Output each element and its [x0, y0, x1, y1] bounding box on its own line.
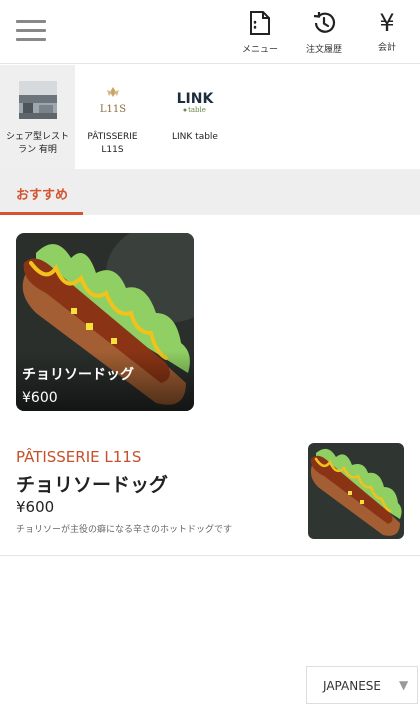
menu-button[interactable]: メニュー	[234, 10, 286, 55]
svg-text:LINK: LINK	[177, 91, 215, 107]
svg-text:table: table	[188, 106, 206, 114]
featured-product-card[interactable]: チョリソードッグ ¥600	[16, 233, 194, 411]
dropdown-caret-icon: ▼	[399, 678, 409, 692]
order-history-button[interactable]: 注文履歴	[298, 10, 350, 55]
language-selected: JAPANESE	[323, 679, 381, 693]
featured-product-name: チョリソードッグ	[22, 367, 134, 383]
tab-recommended[interactable]: おすすめ	[0, 169, 83, 215]
store-name: PÂTISSERIE L11S	[87, 132, 138, 155]
store-name: シェア型レストラン 有明	[5, 132, 69, 155]
store-selector: シェア型レストラン 有明 L11S PÂTISSERIE L11S LINK t…	[0, 65, 420, 169]
checkout-button[interactable]: ¥ 会計	[361, 10, 413, 53]
language-select[interactable]: JAPANESE ▼	[306, 666, 418, 704]
product-store-name: PÂTISSERIE L11S	[16, 448, 142, 466]
product-price: ¥600	[16, 498, 55, 516]
checkout-label: 会計	[377, 43, 396, 53]
yen-icon: ¥	[379, 9, 395, 37]
active-tab-indicator	[0, 212, 83, 215]
store-name: LINK table	[172, 132, 218, 142]
product-list-item[interactable]: PÂTISSERIE L11S チョリソードッグ ¥600 チョリソーが主役の癖…	[0, 432, 420, 556]
history-icon	[313, 12, 336, 33]
top-header: メニュー 注文履歴 ¥ 会計	[0, 0, 420, 64]
featured-product-price: ¥600	[22, 390, 58, 406]
tab-label: おすすめ	[16, 188, 69, 203]
store-item-share-restaurant[interactable]: シェア型レストラン 有明	[0, 65, 75, 169]
patisserie-logo: L11S	[94, 81, 132, 119]
product-title: チョリソードッグ	[16, 474, 169, 496]
product-description: チョリソーが主役の癖になる辛さのホットドッグです	[16, 525, 233, 535]
menu-book-icon	[250, 11, 270, 35]
store-item-patisserie-l11s[interactable]: L11S PÂTISSERIE L11S	[75, 65, 150, 169]
store-photo	[18, 81, 57, 119]
link-table-logo: LINK table	[173, 81, 217, 119]
category-tabs: おすすめ	[0, 169, 420, 215]
order-history-label: 注文履歴	[305, 45, 342, 55]
svg-text:L11S: L11S	[99, 104, 125, 115]
store-item-link-table[interactable]: LINK table LINK table	[150, 65, 240, 169]
hamburger-menu-icon[interactable]	[16, 20, 46, 42]
menu-label: メニュー	[241, 45, 278, 55]
product-thumbnail	[308, 443, 404, 539]
